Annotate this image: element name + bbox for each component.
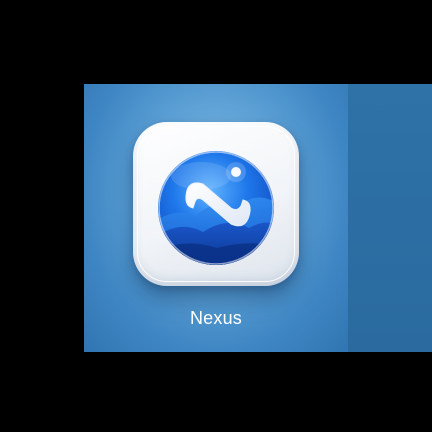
tile-edge — [348, 84, 432, 352]
app-name-label: Nexus — [189, 308, 243, 328]
screen-background: Nexus — [0, 0, 432, 432]
nexus-logo-icon — [158, 151, 274, 265]
